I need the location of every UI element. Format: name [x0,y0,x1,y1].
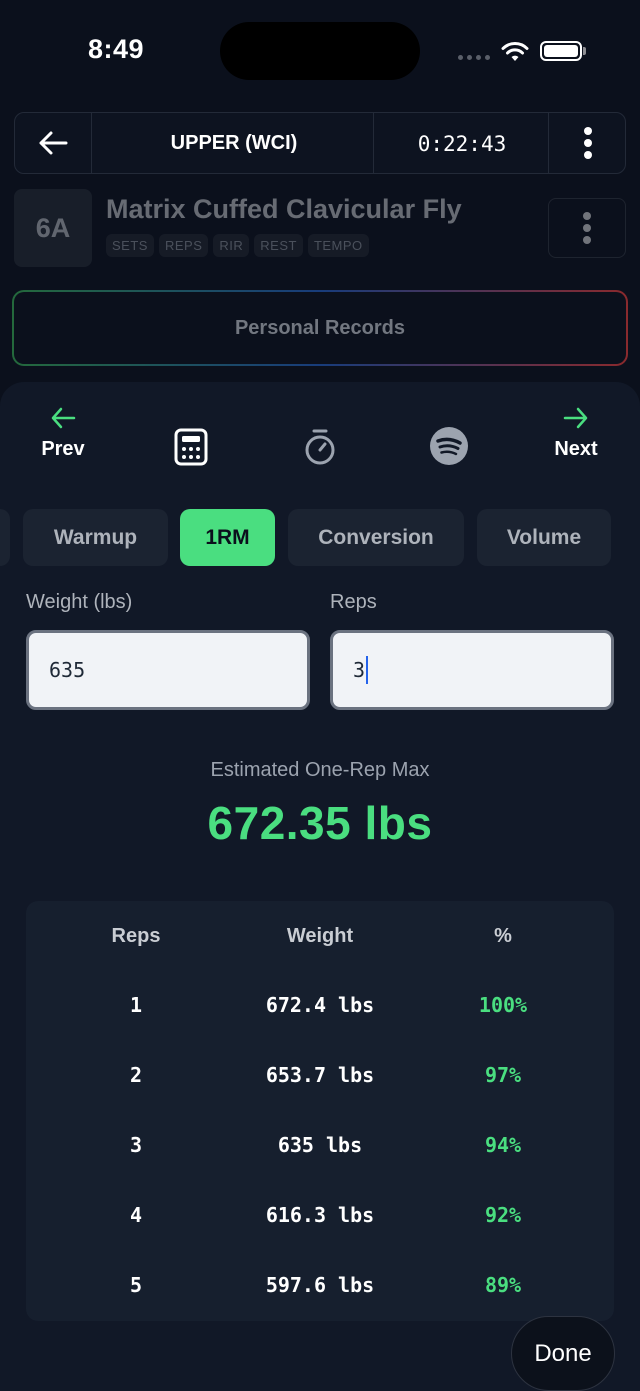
reps-input[interactable]: 3 [330,630,614,710]
tag-tempo: TEMPO [307,234,369,257]
row-percent: 94% [484,1133,522,1157]
tag-reps: REPS [158,234,209,257]
done-button[interactable]: Done [511,1316,615,1391]
stopwatch-icon[interactable] [303,428,337,466]
arrow-left-icon [39,131,68,155]
row-weight: 672.4 lbs [265,993,375,1017]
exercise-name: Matrix Cuffed Clavicular Fly [106,194,462,224]
exercise-code-badge: 6A [14,189,92,267]
row-reps: 3 [129,1133,143,1157]
tag-sets: SETS [106,234,154,257]
tag-rest: REST [254,234,303,257]
prev-label: Prev [41,438,85,460]
estimate-value: 672.35 lbs [207,797,433,849]
calculator-icon[interactable] [174,428,208,466]
exercise-more-button[interactable] [548,198,626,258]
tag-rir: RIR [213,234,250,257]
spotify-icon[interactable] [429,426,469,466]
wifi-icon [501,42,529,61]
weight-value: 635 [49,658,86,682]
header-more-button[interactable] [549,113,627,173]
row-weight: 616.3 lbs [265,1203,375,1227]
status-time: 8:49 [88,34,145,64]
workout-timer: 0:22:43 [417,132,507,156]
personal-records-button[interactable]: Personal Records [12,290,628,366]
tab-conversion[interactable]: Conversion [288,509,464,566]
battery-icon [540,41,582,61]
header-divider [373,113,374,173]
workout-header: UPPER (WCI) 0:22:43 [14,112,626,174]
row-percent: 92% [484,1203,522,1227]
calculator-tabs: Warmup 1RM Conversion Volume [0,509,640,567]
row-percent: 100% [478,993,528,1017]
row-reps: 1 [129,993,143,1017]
dynamic-island [220,22,420,80]
next-button[interactable]: Next [541,406,611,461]
reps-label: Reps [330,591,377,613]
arrow-left-icon [51,407,76,429]
tab-volume[interactable]: Volume [477,509,611,566]
back-button[interactable] [15,113,91,173]
tab-hidden-left[interactable] [0,509,10,566]
row-percent: 97% [484,1063,522,1087]
weight-input[interactable]: 635 [26,630,310,710]
row-reps: 5 [129,1273,143,1297]
prev-button[interactable]: Prev [30,406,96,461]
row-percent: 89% [484,1273,522,1297]
tab-warmup[interactable]: Warmup [23,509,168,566]
rep-max-table: Reps Weight % 1 672.4 lbs 100% 2 653.7 l… [26,901,614,1321]
row-reps: 2 [129,1063,143,1087]
column-header-reps: Reps [111,925,161,947]
tab-1rm[interactable]: 1RM [180,509,275,566]
workout-title: UPPER (WCI) [170,132,298,154]
weight-label: Weight (lbs) [26,591,133,613]
header-divider [91,113,92,173]
next-label: Next [554,438,598,460]
column-header-weight: Weight [286,925,354,947]
text-cursor [366,656,369,684]
row-weight: 597.6 lbs [265,1273,375,1297]
more-vertical-icon [584,127,592,159]
more-vertical-icon [583,212,591,244]
arrow-right-icon [563,407,588,429]
exercise-row: 6A Matrix Cuffed Clavicular Fly SETS REP… [14,188,626,270]
row-weight: 653.7 lbs [265,1063,375,1087]
column-header-percent: % [494,925,512,947]
row-weight: 635 lbs [277,1133,363,1157]
estimate-label: Estimated One-Rep Max [210,759,430,781]
cellular-signal-icon [458,55,490,60]
personal-records-label: Personal Records [14,292,626,364]
row-reps: 4 [129,1203,143,1227]
battery-tip [583,47,586,55]
exercise-tags: SETS REPS RIR REST TEMPO [106,234,369,257]
reps-value: 3 [353,658,366,682]
